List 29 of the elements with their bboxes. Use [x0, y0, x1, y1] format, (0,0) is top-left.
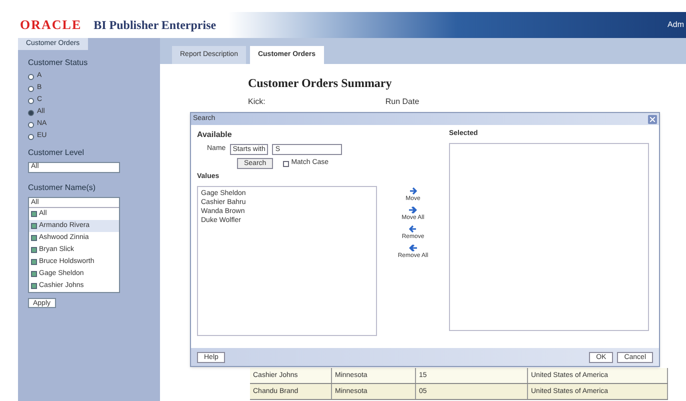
double-left-arrow-icon — [408, 244, 417, 252]
checkbox[interactable] — [31, 259, 37, 265]
right-arrow-icon — [408, 186, 417, 194]
radio-button[interactable] — [28, 74, 34, 80]
radio-button[interactable] — [28, 122, 34, 128]
double-right-arrow-icon — [409, 206, 417, 214]
checkbox[interactable] — [31, 271, 37, 277]
checkbox[interactable] — [31, 211, 37, 217]
field-label: Kick: — [248, 96, 266, 108]
product-title: BI Publisher Enterprise — [94, 17, 216, 34]
user-link[interactable]: Adm — [668, 19, 684, 31]
checkbox[interactable] — [283, 160, 290, 166]
filter-label: Customer Level — [28, 147, 86, 159]
filter-label: Customer Status — [28, 57, 89, 69]
close-icon[interactable] — [648, 114, 657, 124]
checkbox[interactable] — [31, 283, 37, 289]
oracle-logo: ORACLE — [20, 16, 82, 34]
checkbox[interactable] — [31, 235, 37, 241]
filter-label: Customer Name(s) — [28, 182, 97, 194]
field-label: Run Date — [385, 96, 420, 108]
radio-button[interactable] — [28, 134, 34, 140]
radio-button[interactable] — [28, 86, 34, 92]
left-arrow-icon — [409, 224, 417, 232]
checkbox[interactable] — [31, 247, 37, 253]
section-label: Available — [197, 129, 233, 141]
radio-button[interactable] — [28, 98, 34, 104]
report-title: Customer Orders Summary — [248, 75, 393, 92]
checkbox[interactable] — [31, 223, 37, 229]
radio-button[interactable] — [28, 110, 34, 116]
